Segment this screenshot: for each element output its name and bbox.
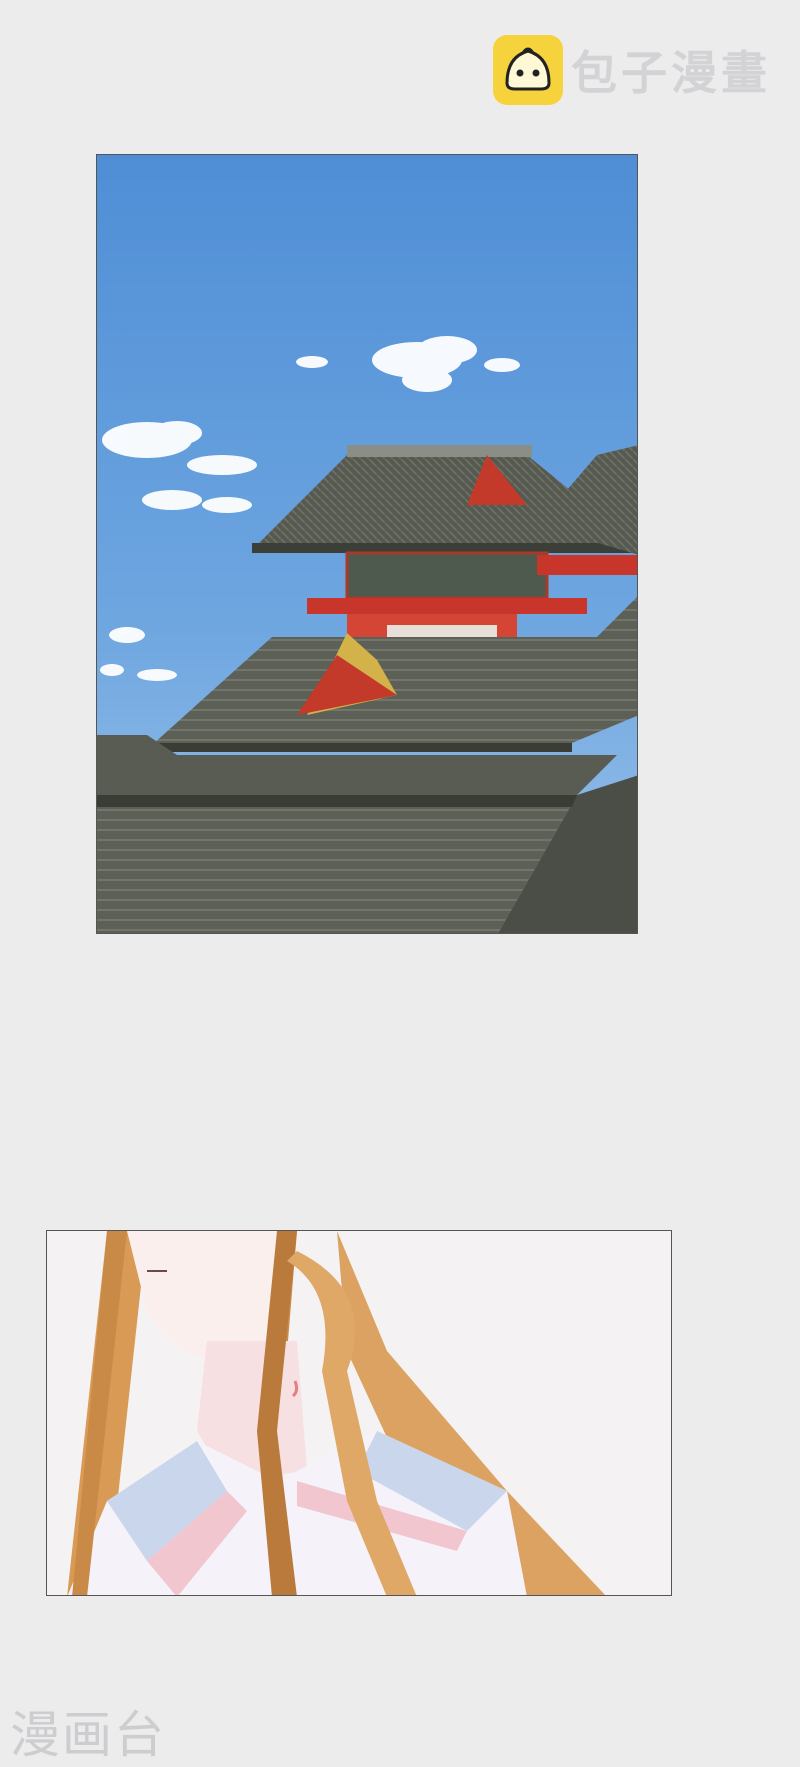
brand-watermark-text: 包子漫畫 — [571, 46, 771, 100]
bun-mascot-icon — [493, 35, 563, 105]
bottom-watermark: 漫画台 — [10, 1706, 166, 1764]
comic-panel-girl — [46, 1230, 672, 1596]
comic-panel-palace — [96, 154, 638, 934]
top-watermark: 包子漫畫 — [493, 35, 771, 105]
